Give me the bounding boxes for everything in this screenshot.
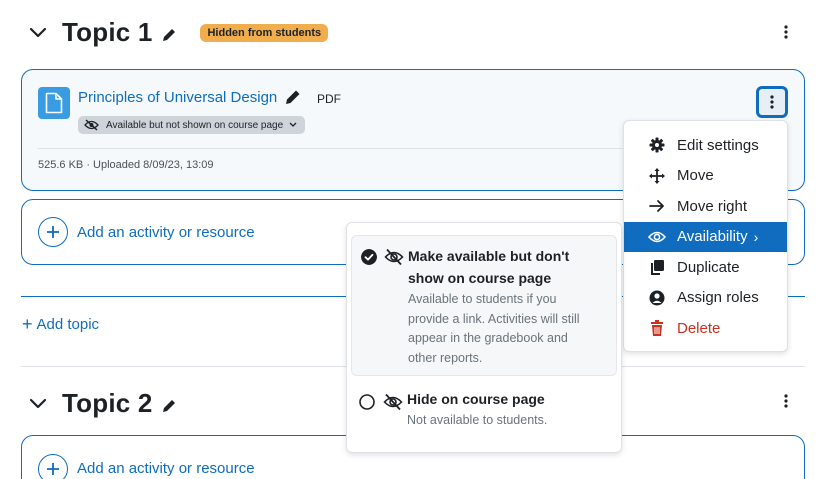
menu-item-label: Edit settings xyxy=(677,136,759,154)
option-title: Make available but don't xyxy=(408,248,570,264)
topic-2-actions-button[interactable] xyxy=(775,390,797,412)
availability-submenu: Make available but don't show on course … xyxy=(346,222,622,453)
add-activity-label: Add an activity or resource xyxy=(77,223,255,241)
menu-item-label: Move right xyxy=(677,197,748,215)
radio-checked-icon[interactable] xyxy=(361,249,377,265)
menu-item-label: Availability xyxy=(677,228,748,246)
activity-type-label: PDF xyxy=(317,92,341,106)
option-description: other reports. xyxy=(408,350,483,365)
menu-item-label: Delete xyxy=(677,319,721,337)
topic-1-header: Topic 1 Hidden from students xyxy=(28,17,329,48)
option-description: appear in the gradebook and xyxy=(408,331,568,345)
plus-circle-icon xyxy=(38,454,68,479)
file-meta: 525.6 KB · Uploaded 8/09/23, 13:09 xyxy=(38,159,214,171)
arrow-right-icon xyxy=(648,197,666,215)
kebab-menu-icon xyxy=(770,95,774,109)
add-topic-link[interactable]: + Add topic xyxy=(22,314,100,334)
chevron-down-icon xyxy=(289,122,297,127)
eye-slash-icon xyxy=(384,248,404,266)
menu-item-move[interactable]: Move xyxy=(624,161,787,192)
eye-slash-icon xyxy=(84,119,99,131)
add-topic-label: Add topic xyxy=(36,316,100,333)
topic-2-header: Topic 2 xyxy=(28,388,178,419)
topic-title: Topic 1 xyxy=(62,17,153,47)
hidden-from-students-badge: Hidden from students xyxy=(200,23,329,42)
menu-item-move-right[interactable]: Move right xyxy=(624,191,787,222)
activity-action-menu: Edit settings Move Move right Availabili… xyxy=(623,120,788,352)
menu-item-duplicate[interactable]: Duplicate xyxy=(624,252,787,283)
option-title: show on course page xyxy=(408,270,552,286)
chevron-down-icon[interactable] xyxy=(28,23,48,43)
menu-item-assign-roles[interactable]: Assign roles xyxy=(624,283,787,314)
menu-item-edit-settings[interactable]: Edit settings xyxy=(624,130,787,161)
kebab-menu-icon xyxy=(784,394,788,408)
move-arrows-icon xyxy=(648,167,666,185)
menu-item-delete[interactable]: Delete xyxy=(624,313,787,344)
eye-slash-icon xyxy=(383,393,403,411)
availability-status-dropdown[interactable]: Available but not shown on course page xyxy=(78,116,306,134)
menu-item-label: Duplicate xyxy=(677,258,740,276)
activity-actions-button[interactable] xyxy=(756,86,788,118)
plus-icon: + xyxy=(22,314,33,334)
option-description: Available to students if you xyxy=(408,292,557,306)
kebab-menu-icon xyxy=(784,25,788,39)
topic-1-actions-button[interactable] xyxy=(775,21,797,43)
option-hide-on-course-page[interactable]: Hide on course page Not available to stu… xyxy=(351,383,617,443)
option-description: provide a link. Activities will still xyxy=(408,311,580,326)
menu-item-availability[interactable]: Availability › xyxy=(624,221,787,252)
menu-item-label: Assign roles xyxy=(677,289,759,307)
topic-title: Topic 2 xyxy=(62,388,153,418)
pencil-icon[interactable] xyxy=(160,397,178,415)
pencil-icon[interactable] xyxy=(160,26,178,44)
option-available-not-shown[interactable]: Make available but don't show on course … xyxy=(351,235,617,376)
option-title: Hide on course page xyxy=(407,391,545,407)
radio-unchecked-icon[interactable] xyxy=(359,394,375,410)
chevron-down-icon[interactable] xyxy=(28,394,48,414)
menu-item-label: Move xyxy=(677,167,714,185)
activity-name-link[interactable]: Principles of Universal Design xyxy=(78,89,277,106)
chevron-right-icon: › xyxy=(753,228,759,245)
pdf-file-icon xyxy=(38,87,70,119)
gear-icon xyxy=(648,136,666,154)
availability-status-label: Available but not shown on course page xyxy=(106,119,284,131)
user-icon xyxy=(648,289,666,307)
trash-icon xyxy=(648,319,666,337)
add-activity-label: Add an activity or resource xyxy=(77,460,255,477)
option-description: Not available to students. xyxy=(407,413,548,427)
copy-icon xyxy=(648,258,666,276)
eye-icon xyxy=(648,228,666,246)
plus-circle-icon xyxy=(38,217,68,247)
edit-name-pencil-icon[interactable] xyxy=(284,88,302,106)
